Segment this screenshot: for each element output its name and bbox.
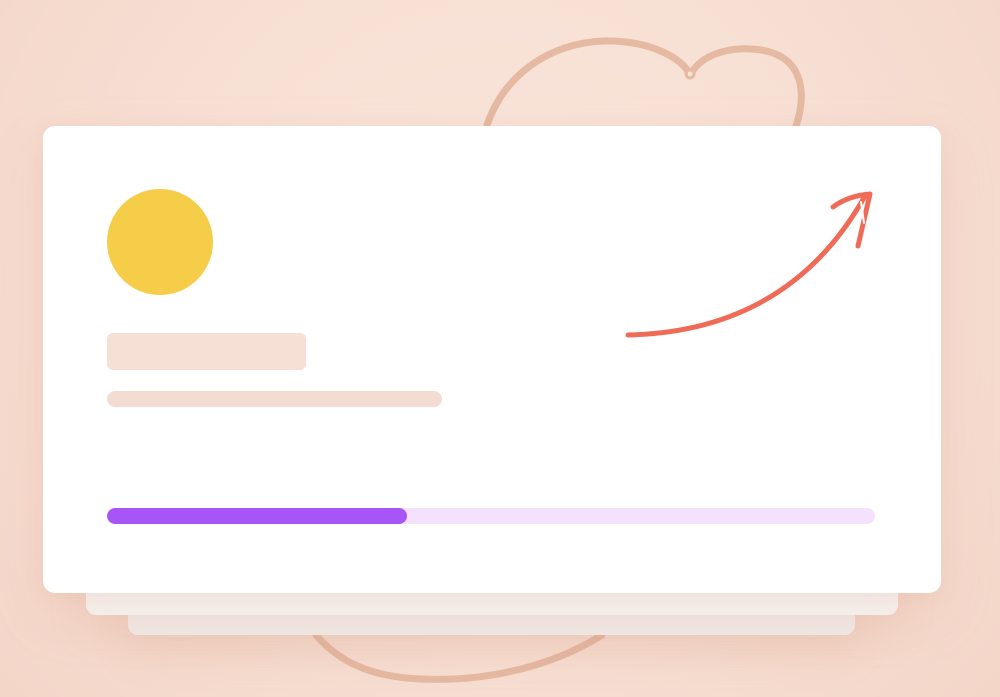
progress-fill [107, 508, 407, 524]
illustration-stage [0, 0, 1000, 697]
progress-bar [107, 508, 875, 524]
main-card [43, 126, 941, 593]
